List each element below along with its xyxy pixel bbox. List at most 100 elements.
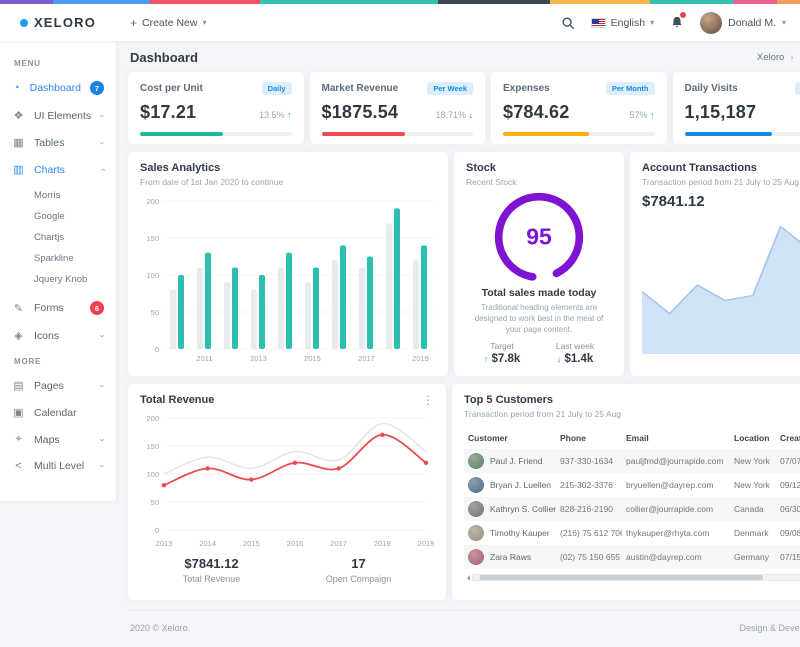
stat-card-daily-visits: Daily Visits All Time 1,15,187 17.8% ↓	[673, 72, 800, 144]
dashboard-badge: 7	[90, 81, 104, 95]
submenu-item-morris[interactable]: Morris	[34, 185, 116, 206]
customers-table-container: Customer Phone Email Location Created Pa…	[464, 427, 800, 569]
share-icon: <	[12, 460, 25, 472]
user-name: Donald M.	[728, 17, 776, 29]
more-section-label: MORE	[0, 349, 116, 372]
table-row[interactable]: Timothy Kauper (216) 75 612 706 thykaupe…	[464, 521, 800, 545]
submenu-item-google[interactable]: Google	[34, 206, 116, 227]
card-title: Account Transactions	[642, 162, 800, 174]
svg-text:50: 50	[151, 308, 159, 317]
stat-value: $1875.54	[322, 102, 399, 123]
sidebar-item-charts[interactable]: ▥ Charts ›	[0, 156, 116, 183]
progress-fill	[685, 132, 773, 136]
progress-track	[140, 132, 292, 136]
col-location[interactable]: Location	[730, 427, 776, 449]
stock-description: Traditional heading elements are designe…	[474, 303, 604, 335]
maps-icon: ⌖	[12, 433, 25, 446]
submenu-item-sparkline[interactable]: Sparkline	[34, 248, 116, 269]
table-row[interactable]: Paul J. Friend 937-330-1634 pauljfrnd@jo…	[464, 449, 800, 473]
col-customer[interactable]: Customer	[464, 427, 556, 449]
table-row[interactable]: Bryan J. Luellen 215-302-3376 bryuellen@…	[464, 473, 800, 497]
create-new-button[interactable]: + Create New ▾	[130, 16, 206, 30]
brand-logo[interactable]: XELORO	[0, 4, 116, 41]
stat-title: Expenses	[503, 83, 550, 94]
top-customers-card: Top 5 Customers Transaction period from …	[452, 384, 800, 600]
svg-text:95: 95	[526, 224, 552, 250]
stat-value: $17.21	[140, 102, 196, 123]
stock-heading: Total sales made today	[466, 287, 612, 299]
svg-text:2018: 2018	[374, 539, 391, 548]
svg-text:100: 100	[146, 470, 159, 479]
forms-icon: ✎	[12, 302, 25, 315]
sidebar-item-pages[interactable]: ▤ Pages ›	[0, 372, 116, 399]
user-menu[interactable]: Donald M. ▾	[700, 12, 786, 34]
card-subtitle: Transaction period from 21 July to 25 Au…	[464, 409, 800, 419]
stat-card-market-revenue: Market Revenue Per Week $1875.54 18.71% …	[310, 72, 486, 144]
search-button[interactable]	[561, 16, 575, 30]
sidebar-item-dashboard[interactable]: ◔ Dashboard 7	[0, 74, 116, 102]
table-row[interactable]: Kathryn S. Collier 828-216-2190 collier@…	[464, 497, 800, 521]
submenu-item-chartjs[interactable]: Chartjs	[34, 227, 116, 248]
notifications-button[interactable]	[670, 15, 684, 30]
stat-value: 1,15,187	[685, 102, 757, 123]
chevron-down-icon: ›	[98, 384, 108, 387]
breadcrumb: Xeloro › Dashboard	[757, 52, 800, 63]
sidebar-item-multi-level[interactable]: < Multi Level ›	[0, 453, 116, 479]
col-phone[interactable]: Phone	[556, 427, 622, 449]
up-arrow-icon: ↑	[484, 354, 489, 364]
stock-card: Stock Recent Stock 95 Total sales made t…	[454, 152, 624, 376]
breadcrumb-root[interactable]: Xeloro	[757, 52, 784, 63]
sales-analytics-bar-chart: 05010015020020112013201520172019	[140, 195, 436, 363]
chevron-down-icon: ›	[98, 141, 108, 144]
footer-copyright: 2020 © Xeloro.	[130, 623, 190, 633]
stat-title: Cost per Unit	[140, 83, 203, 94]
submenu-item-jquery-knob[interactable]: Jquery Knob	[34, 269, 116, 290]
scrollbar-track[interactable]	[472, 574, 800, 581]
ui-elements-icon: ❖	[12, 109, 25, 122]
plus-icon: +	[130, 16, 137, 30]
user-avatar	[700, 12, 722, 34]
sidebar-item-tables[interactable]: ▦ Tables ›	[0, 129, 116, 156]
stat-cards-row: Cost per Unit Daily $17.21 13.5% ↑ Marke…	[128, 72, 800, 144]
svg-text:200: 200	[146, 414, 159, 423]
charts-icon: ▥	[12, 163, 25, 176]
scrollbar-thumb[interactable]	[480, 575, 763, 580]
progress-fill	[140, 132, 223, 136]
progress-track	[322, 132, 474, 136]
stat-change: 13.5% ↑	[259, 110, 292, 120]
col-created[interactable]: Created	[776, 427, 800, 449]
sidebar-item-forms[interactable]: ✎ Forms 6	[0, 294, 116, 322]
customer-avatar	[468, 453, 484, 469]
customers-table: Customer Phone Email Location Created Pa…	[464, 427, 800, 569]
sidebar-item-maps[interactable]: ⌖ Maps ›	[0, 426, 116, 453]
kebab-menu-icon[interactable]: ⋮	[422, 394, 434, 406]
svg-text:2014: 2014	[199, 539, 216, 548]
progress-fill	[503, 132, 589, 136]
sidebar-item-ui-elements[interactable]: ❖ UI Elements ›	[0, 102, 116, 129]
logo-text: XELORO	[34, 15, 96, 30]
menu-section-label: MENU	[0, 51, 116, 74]
card-title: Total Revenue	[140, 394, 214, 406]
horizontal-scrollbar[interactable]	[464, 574, 800, 581]
col-email[interactable]: Email	[622, 427, 730, 449]
customer-avatar	[468, 549, 484, 565]
sidebar-item-icons[interactable]: ◈ Icons ›	[0, 322, 116, 349]
svg-text:50: 50	[151, 498, 159, 507]
stat-card-cost-per-unit: Cost per Unit Daily $17.21 13.5% ↑	[128, 72, 304, 144]
calendar-icon: ▣	[12, 406, 25, 419]
sidebar-item-calendar[interactable]: ▣ Calendar	[0, 399, 116, 426]
stock-knob-chart[interactable]: 95	[466, 189, 612, 285]
table-row[interactable]: Zara Raws (02) 75 150 655 austin@dayrep.…	[464, 545, 800, 569]
scroll-left-arrow[interactable]	[464, 575, 470, 581]
svg-text:2017: 2017	[358, 354, 375, 363]
customer-avatar	[468, 525, 484, 541]
period-badge: Daily	[262, 82, 292, 95]
svg-text:2017: 2017	[330, 539, 347, 548]
period-badge: Per Week	[427, 82, 473, 95]
top-navbar: XELORO + Create New ▾ English ▾	[0, 4, 800, 41]
stat-change: 18.71% ↓	[435, 110, 473, 120]
card-title: Sales Analytics	[140, 162, 436, 174]
language-selector[interactable]: English ▾	[591, 17, 654, 29]
chevron-down-icon: ›	[98, 465, 108, 468]
tables-icon: ▦	[12, 136, 25, 149]
